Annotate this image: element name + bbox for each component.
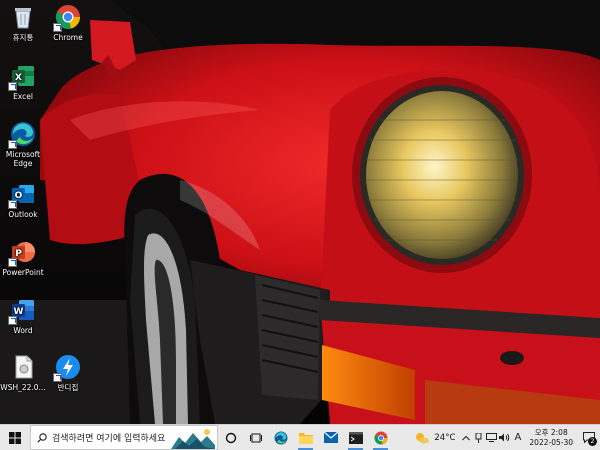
weather-temperature: 24°C <box>434 432 456 443</box>
chrome-icon <box>53 4 81 32</box>
taskbar-chrome[interactable] <box>368 425 393 450</box>
input-method-indicator[interactable]: A <box>511 425 524 450</box>
desktop-icon-outlook[interactable]: O Outlook <box>0 181 50 219</box>
taskbar-terminal[interactable] <box>343 425 368 450</box>
shortcut-arrow-icon <box>8 140 17 149</box>
windows-logo-icon <box>9 431 21 444</box>
tray-device-icon[interactable] <box>472 425 485 450</box>
bandizip-icon <box>53 354 81 382</box>
weather-widget[interactable]: 24°C <box>410 432 459 444</box>
powerpoint-icon: P <box>8 239 36 267</box>
taskbar-cortana[interactable] <box>218 425 243 450</box>
taskbar: 검색하려면 여기에 입력하세요 24°C A 오후 2:08 2022-05-3… <box>0 424 600 450</box>
shortcut-arrow-icon <box>53 23 62 32</box>
edge-icon <box>274 431 287 444</box>
tray-network-icon[interactable] <box>485 425 498 450</box>
edge-icon <box>8 121 36 149</box>
search-icon <box>37 432 47 443</box>
taskbar-task-view[interactable] <box>243 425 268 450</box>
chevron-up-icon <box>462 435 470 440</box>
excel-icon: X <box>8 63 36 91</box>
clock-time: 오후 2:08 <box>534 427 568 437</box>
cortana-circle-icon <box>225 432 236 443</box>
setup-file-icon <box>10 354 36 380</box>
desktop-icon-powerpoint[interactable]: P PowerPoint <box>0 239 50 277</box>
mail-icon <box>323 432 338 443</box>
desktop-icon-excel[interactable]: X Excel <box>0 63 50 101</box>
desktop-icon-word[interactable]: W Word <box>0 297 50 335</box>
taskbar-clock[interactable]: 오후 2:08 2022-05-30 <box>524 428 578 448</box>
terminal-icon <box>348 431 363 444</box>
word-icon: W <box>8 297 36 325</box>
recycle-bin-icon <box>10 4 36 30</box>
shortcut-arrow-icon <box>8 82 17 91</box>
outlook-icon: O <box>8 181 36 209</box>
shortcut-arrow-icon <box>8 258 17 267</box>
notification-center-button[interactable]: 2 <box>578 425 600 450</box>
task-view-icon <box>249 433 262 442</box>
start-button[interactable] <box>0 425 30 450</box>
chrome-icon <box>373 431 387 444</box>
desktop-icon-bandizip[interactable]: 반디집 <box>41 354 95 392</box>
sun-cloud-icon <box>416 432 430 443</box>
tray-volume-icon[interactable] <box>498 425 511 450</box>
taskbar-search-box[interactable]: 검색하려면 여기에 입력하세요 <box>30 425 218 450</box>
volume-icon <box>499 433 510 442</box>
folder-icon <box>298 432 313 444</box>
desktop-icon-microsoft-edge[interactable]: Microsoft Edge <box>0 121 50 168</box>
usb-device-icon <box>475 432 482 443</box>
shortcut-arrow-icon <box>8 200 17 209</box>
taskbar-mail[interactable] <box>318 425 343 450</box>
shortcut-arrow-icon <box>53 373 62 382</box>
system-tray: 24°C A 오후 2:08 2022-05-30 2 <box>410 425 600 450</box>
clock-date: 2022-05-30 <box>529 437 573 447</box>
desktop-icon-chrome[interactable]: Chrome <box>41 4 95 42</box>
shortcut-arrow-icon <box>8 316 17 325</box>
show-hidden-icons-button[interactable] <box>459 425 472 450</box>
search-highlight-illustration <box>171 427 215 449</box>
network-icon <box>486 433 498 442</box>
search-placeholder: 검색하려면 여기에 입력하세요 <box>52 434 166 444</box>
taskbar-edge[interactable] <box>268 425 293 450</box>
taskbar-file-explorer[interactable] <box>293 425 318 450</box>
notification-count-badge: 2 <box>588 437 597 446</box>
